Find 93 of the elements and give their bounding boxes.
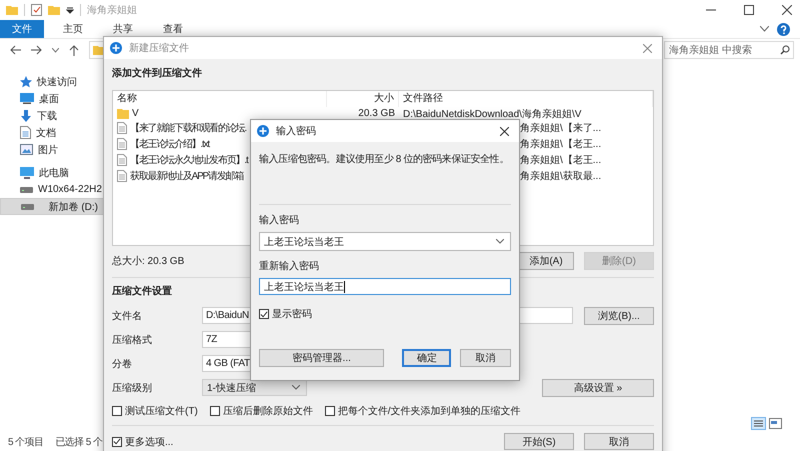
- nav-item[interactable]: W10x64-22H2: [0, 181, 103, 198]
- column-header[interactable]: 名称: [113, 91, 327, 107]
- field-label: 压缩格式: [112, 334, 153, 346]
- cancel-button[interactable]: 取消: [584, 433, 654, 450]
- picture-icon: [20, 144, 33, 155]
- password-field[interactable]: 上老王论坛当老王: [259, 278, 511, 295]
- document-icon: [20, 126, 31, 139]
- properties-icon[interactable]: [31, 4, 42, 16]
- field-label: 压缩级别: [112, 382, 153, 394]
- checkbox[interactable]: [210, 406, 220, 416]
- window-title: 海角亲姐姐: [87, 4, 137, 17]
- back-arrow-icon[interactable]: [10, 45, 21, 55]
- file-path: 角亲姐姐\获取最...: [520, 171, 602, 182]
- checkbox[interactable]: [112, 406, 122, 416]
- file-name[interactable]: 【来了就能下载和观看的论坛.: [130, 121, 246, 135]
- ok-button[interactable]: 确定: [402, 349, 452, 367]
- large-icons-view-icon[interactable]: [769, 418, 782, 429]
- checkbox[interactable]: [112, 436, 122, 446]
- field-label: 重新输入密码: [259, 260, 320, 274]
- nav-item[interactable]: 桌面: [0, 90, 103, 107]
- advanced-settings-button[interactable]: 高级设置 »: [542, 378, 654, 396]
- checkbox-label: 显示密码: [272, 308, 312, 321]
- dialog-message: 输入压缩包密码。建议使用至少 8 位的密码来保证安全性。: [259, 152, 510, 166]
- checkbox[interactable]: [259, 309, 269, 319]
- checkbox-label: 测试压缩文件(T): [125, 404, 198, 418]
- field-label: 文件名: [112, 310, 143, 322]
- section-heading: 添加文件到压缩文件: [112, 67, 202, 81]
- close-icon[interactable]: [500, 126, 509, 136]
- checkbox[interactable]: [324, 406, 335, 416]
- level-dropdown[interactable]: 1-快速压缩: [202, 379, 307, 396]
- text-file-icon: [117, 138, 127, 150]
- download-arrow-icon: [20, 110, 32, 122]
- dialog-title: 输入密码: [276, 124, 316, 138]
- password-combo[interactable]: 上老王论坛当老王: [259, 232, 511, 251]
- chevron-down-icon[interactable]: [52, 48, 59, 52]
- nav-item[interactable]: 此电脑: [0, 164, 103, 181]
- desktop-icon: [20, 93, 34, 104]
- dropdown-icon[interactable]: [66, 6, 74, 14]
- file-path: 角亲姐姐\【来了...: [520, 123, 602, 134]
- drive-icon: [20, 186, 33, 192]
- file-path: 角亲姐姐\【老王...: [520, 139, 602, 150]
- forward-arrow-icon[interactable]: [31, 45, 42, 55]
- section-heading: 压缩文件设置: [112, 285, 172, 299]
- file-name[interactable]: 【老王论坛介绍】.txt: [130, 137, 209, 151]
- maximize-icon[interactable]: [744, 5, 754, 15]
- field-label: 分卷: [112, 358, 133, 370]
- checkbox-label: 把每个文件/文件夹添加到单独的压缩文件: [338, 404, 521, 418]
- dialog-title: 新建压缩文件: [129, 42, 189, 55]
- browse-button[interactable]: 浏览(B)...: [584, 306, 654, 324]
- nav-item[interactable]: 新加卷 (D:): [0, 198, 105, 215]
- field-label: 输入密码: [259, 214, 300, 228]
- ribbon-tab[interactable]: 共享: [102, 20, 144, 38]
- app-icon: [110, 42, 122, 54]
- total-size: 总大小: 20.3 GB: [112, 254, 184, 268]
- chevron-down-icon: [496, 239, 504, 244]
- help-icon[interactable]: [777, 22, 790, 36]
- details-view-icon[interactable]: [751, 417, 766, 430]
- nav-item[interactable]: 文档: [0, 124, 103, 141]
- file-path: 角亲姐姐\【老王...: [520, 155, 602, 166]
- file-name[interactable]: 获取最新地址及APP请发邮箱: [130, 169, 244, 183]
- star-icon: [20, 76, 32, 88]
- status-text: 已选择 5 个: [55, 436, 102, 449]
- start-button[interactable]: 开始(S): [504, 433, 574, 450]
- nav-item[interactable]: 下载: [0, 107, 103, 124]
- column-header[interactable]: 文件路径: [399, 91, 653, 107]
- ribbon-tab[interactable]: 主页: [52, 20, 94, 38]
- ribbon-tab[interactable]: 文件: [0, 20, 44, 38]
- checkbox-label: 更多选项...: [125, 436, 174, 448]
- file-name[interactable]: V: [132, 108, 138, 119]
- drive-icon: [21, 204, 34, 210]
- folder-icon: [117, 108, 129, 119]
- text-file-icon: [117, 170, 127, 182]
- checkbox-label: 压缩后删除原始文件: [222, 404, 313, 418]
- ribbon-tab[interactable]: 查看: [152, 20, 194, 38]
- status-text: 5 个项目: [8, 436, 44, 449]
- nav-item[interactable]: 快速访问: [0, 73, 103, 90]
- search-field[interactable]: 海角亲姐姐 中搜索: [664, 41, 794, 59]
- password-manager-button[interactable]: 密码管理器...: [259, 349, 384, 367]
- column-header[interactable]: 大小: [327, 91, 399, 107]
- chevron-down-icon[interactable]: [760, 26, 769, 32]
- file-name[interactable]: 【老王论坛永久地址发布页】.t: [130, 153, 248, 167]
- app-icon: [257, 125, 269, 137]
- text-file-icon: [117, 122, 127, 134]
- text-file-icon: [117, 154, 127, 166]
- cancel-button[interactable]: 取消: [460, 349, 512, 367]
- chevron-down-icon: [292, 385, 300, 390]
- computer-icon: [20, 166, 34, 178]
- up-arrow-icon[interactable]: [69, 44, 79, 56]
- file-path: D:\BaiduNetdiskDownload\海角亲姐姐\V: [403, 108, 582, 120]
- file-size: 20.3 GB: [358, 108, 395, 119]
- list-button[interactable]: 添加(A): [518, 252, 574, 270]
- nav-item[interactable]: 图片: [0, 141, 103, 158]
- close-icon[interactable]: [782, 5, 792, 15]
